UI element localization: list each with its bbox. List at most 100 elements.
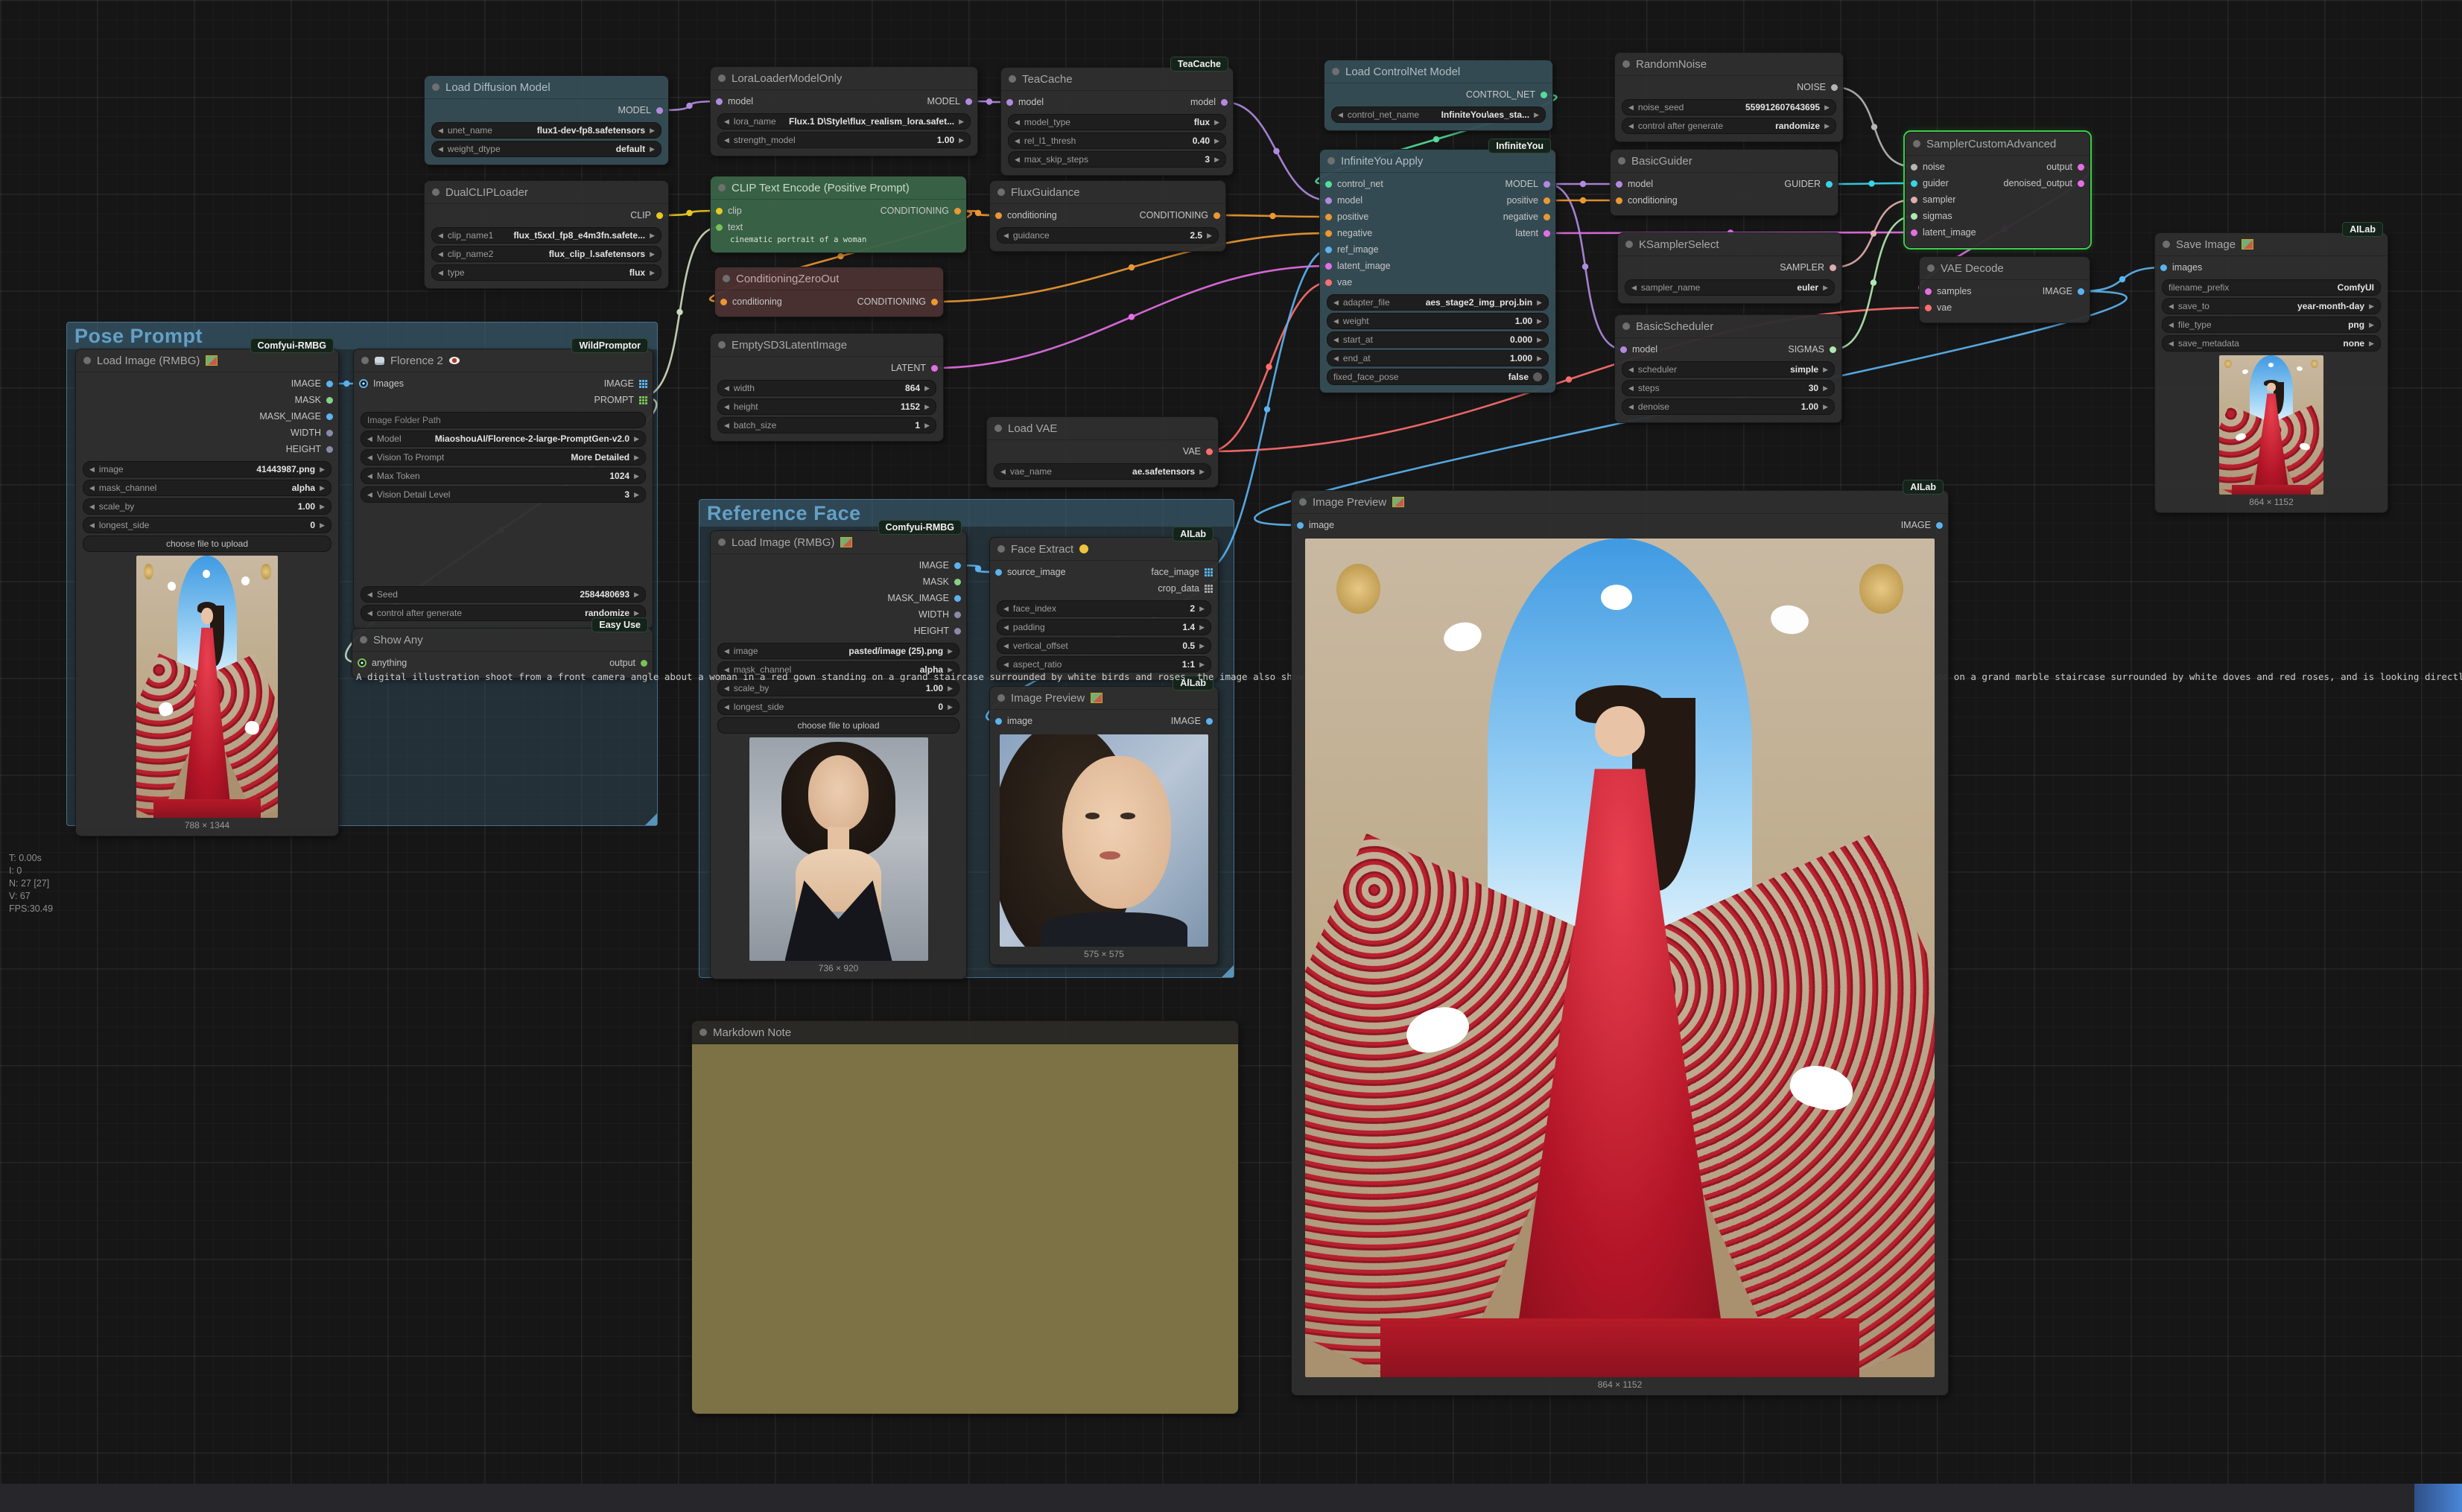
Images-input-port[interactable] <box>359 379 368 388</box>
decrement-arrow[interactable]: ◀ <box>367 609 372 617</box>
Vision-To-Prompt-widget[interactable]: ◀ Vision To Prompt More Detailed ▶ <box>361 449 646 466</box>
decrement-arrow[interactable]: ◀ <box>367 454 372 462</box>
link-midpoint-dot[interactable] <box>1433 136 1440 143</box>
link-midpoint-dot[interactable] <box>2119 276 2126 283</box>
vae_name-widget[interactable]: ◀ vae_name ae.safetensors ▶ <box>994 463 1211 480</box>
increment-arrow[interactable]: ▶ <box>634 591 639 599</box>
padding-widget[interactable]: ◀ padding 1.4 ▶ <box>997 619 1211 635</box>
save_metadata-widget[interactable]: ◀ save_metadata none ▶ <box>2162 335 2381 352</box>
increment-arrow[interactable]: ▶ <box>320 521 325 530</box>
IMAGE-output-port[interactable] <box>1936 521 1943 529</box>
positive-input-port[interactable] <box>1325 213 1332 220</box>
collapse-dot[interactable] <box>1622 323 1630 330</box>
scale_by-widget[interactable]: ◀ scale_by 1.00 ▶ <box>83 498 331 515</box>
node-header[interactable]: LoraLoaderModelOnly <box>711 67 977 90</box>
width-widget[interactable]: ◀ width 864 ▶ <box>717 380 936 396</box>
IMAGE-output-port[interactable] <box>954 562 961 569</box>
collapse-dot[interactable] <box>1009 75 1016 83</box>
basicguider-node[interactable]: BasicGuider model GUIDER conditioning <box>1610 149 1838 216</box>
decrement-arrow[interactable]: ◀ <box>1003 605 1009 613</box>
increment-arrow[interactable]: ▶ <box>959 136 964 144</box>
model-input-port[interactable] <box>1006 98 1013 106</box>
increment-arrow[interactable]: ▶ <box>1537 355 1542 363</box>
decrement-arrow[interactable]: ◀ <box>724 647 729 655</box>
output-output-port[interactable] <box>641 659 647 667</box>
link-midpoint-dot[interactable] <box>1579 180 1587 188</box>
control-after-generate-widget[interactable]: ◀ control after generate randomize ▶ <box>1622 118 1836 134</box>
decrement-arrow[interactable]: ◀ <box>438 127 443 135</box>
model_type-widget[interactable]: ◀ model_type flux ▶ <box>1008 114 1226 130</box>
image-widget[interactable]: ◀ image pasted/image (25).png ▶ <box>717 643 959 659</box>
increment-arrow[interactable]: ▶ <box>1199 468 1205 476</box>
longest_side-widget[interactable]: ◀ longest_side 0 ▶ <box>717 699 959 715</box>
collapse-dot[interactable] <box>1299 498 1307 506</box>
CONDITIONING-output-port[interactable] <box>931 298 938 305</box>
increment-arrow[interactable]: ▶ <box>634 609 639 617</box>
decrement-arrow[interactable]: ◀ <box>89 466 95 474</box>
decrement-arrow[interactable]: ◀ <box>1333 299 1339 307</box>
bottom-bar[interactable] <box>0 1484 2462 1512</box>
model-input-port[interactable] <box>1620 346 1627 353</box>
decrement-arrow[interactable]: ◀ <box>1333 317 1339 325</box>
MASK-output-port[interactable] <box>954 578 961 585</box>
negative-input-port[interactable] <box>1325 229 1332 237</box>
scheduler-widget[interactable]: ◀ scheduler simple ▶ <box>1622 361 1835 378</box>
decrement-arrow[interactable]: ◀ <box>367 591 372 599</box>
MASK-output-port[interactable] <box>326 396 333 404</box>
loaddiff-node[interactable]: Load Diffusion Model MODEL ◀ unet_name flux1… <box>424 75 669 165</box>
fixed_face_pose-widget[interactable]: fixed_face_pose false <box>1327 369 1549 385</box>
decrement-arrow[interactable]: ◀ <box>724 703 729 711</box>
link-midpoint-dot[interactable] <box>1868 180 1875 187</box>
noise_seed-widget[interactable]: ◀ noise_seed 559912607643695 ▶ <box>1622 99 1836 115</box>
images-input-port[interactable] <box>2160 264 2167 271</box>
Model-widget[interactable]: ◀ Model MiaoshouAI/Florence-2-large-Prompt… <box>361 431 646 447</box>
noise-input-port[interactable] <box>1911 163 1917 171</box>
link-midpoint-dot[interactable] <box>1565 376 1573 383</box>
collapse-dot[interactable] <box>432 188 440 196</box>
start_at-widget[interactable]: ◀ start_at 0.000 ▶ <box>1327 331 1549 348</box>
sampler-input-port[interactable] <box>1911 196 1917 203</box>
decrement-arrow[interactable]: ◀ <box>1628 104 1634 112</box>
button-widget[interactable]: choose file to upload <box>717 717 959 734</box>
image-input-port[interactable] <box>1297 521 1304 529</box>
ref_image-input-port[interactable] <box>1325 246 1332 253</box>
CLIP-output-port[interactable] <box>656 212 663 219</box>
increment-arrow[interactable]: ▶ <box>1823 284 1828 292</box>
Max-Token-widget[interactable]: ◀ Max Token 1024 ▶ <box>361 468 646 484</box>
increment-arrow[interactable]: ▶ <box>1214 118 1219 127</box>
text-input-port[interactable] <box>716 223 723 231</box>
weight_dtype-widget[interactable]: ◀ weight_dtype default ▶ <box>431 141 661 157</box>
increment-arrow[interactable]: ▶ <box>1824 104 1830 112</box>
increment-arrow[interactable]: ▶ <box>634 491 639 499</box>
increment-arrow[interactable]: ▶ <box>1823 384 1828 393</box>
randomnoise-node[interactable]: RandomNoise NOISE ◀ noise_seed 5599126076436… <box>1614 52 1844 142</box>
decrement-arrow[interactable]: ◀ <box>724 118 729 126</box>
increment-arrow[interactable]: ▶ <box>634 472 639 480</box>
lora_name-widget[interactable]: ◀ lora_name Flux.1 D\Style\flux_realism_lo… <box>717 113 971 130</box>
decrement-arrow[interactable]: ◀ <box>367 491 372 499</box>
latent_image-input-port[interactable] <box>1911 229 1917 236</box>
link-midpoint-dot[interactable] <box>686 102 693 109</box>
node-header[interactable]: VAE Decode <box>1920 257 2090 280</box>
MODEL-output-port[interactable] <box>656 107 663 114</box>
conditioning-input-port[interactable] <box>1616 197 1622 204</box>
image-input-port[interactable] <box>995 717 1002 725</box>
link-midpoint-dot[interactable] <box>986 98 993 105</box>
increment-arrow[interactable]: ▶ <box>1824 122 1830 130</box>
increment-arrow[interactable]: ▶ <box>1823 366 1828 374</box>
link-midpoint-dot[interactable] <box>343 380 350 387</box>
decrement-arrow[interactable]: ◀ <box>1631 284 1637 292</box>
decrement-arrow[interactable]: ◀ <box>724 422 729 430</box>
increment-arrow[interactable]: ▶ <box>1207 232 1212 240</box>
node-header[interactable]: BasicScheduler <box>1615 315 1841 338</box>
collapse-dot[interactable] <box>718 341 726 349</box>
HEIGHT-output-port[interactable] <box>954 627 961 635</box>
model-input-port[interactable] <box>1325 197 1332 204</box>
teacache-node[interactable]: TeaCache TeaCache model model ◀ model_type flu… <box>1000 57 1234 176</box>
latent_image-input-port[interactable] <box>1325 262 1332 270</box>
collapse-dot[interactable] <box>1913 140 1920 147</box>
CONDITIONING-output-port[interactable] <box>1213 212 1220 219</box>
NOISE-output-port[interactable] <box>1831 83 1838 91</box>
decrement-arrow[interactable]: ◀ <box>1628 366 1634 374</box>
vertical_offset-widget[interactable]: ◀ vertical_offset 0.5 ▶ <box>997 638 1211 654</box>
